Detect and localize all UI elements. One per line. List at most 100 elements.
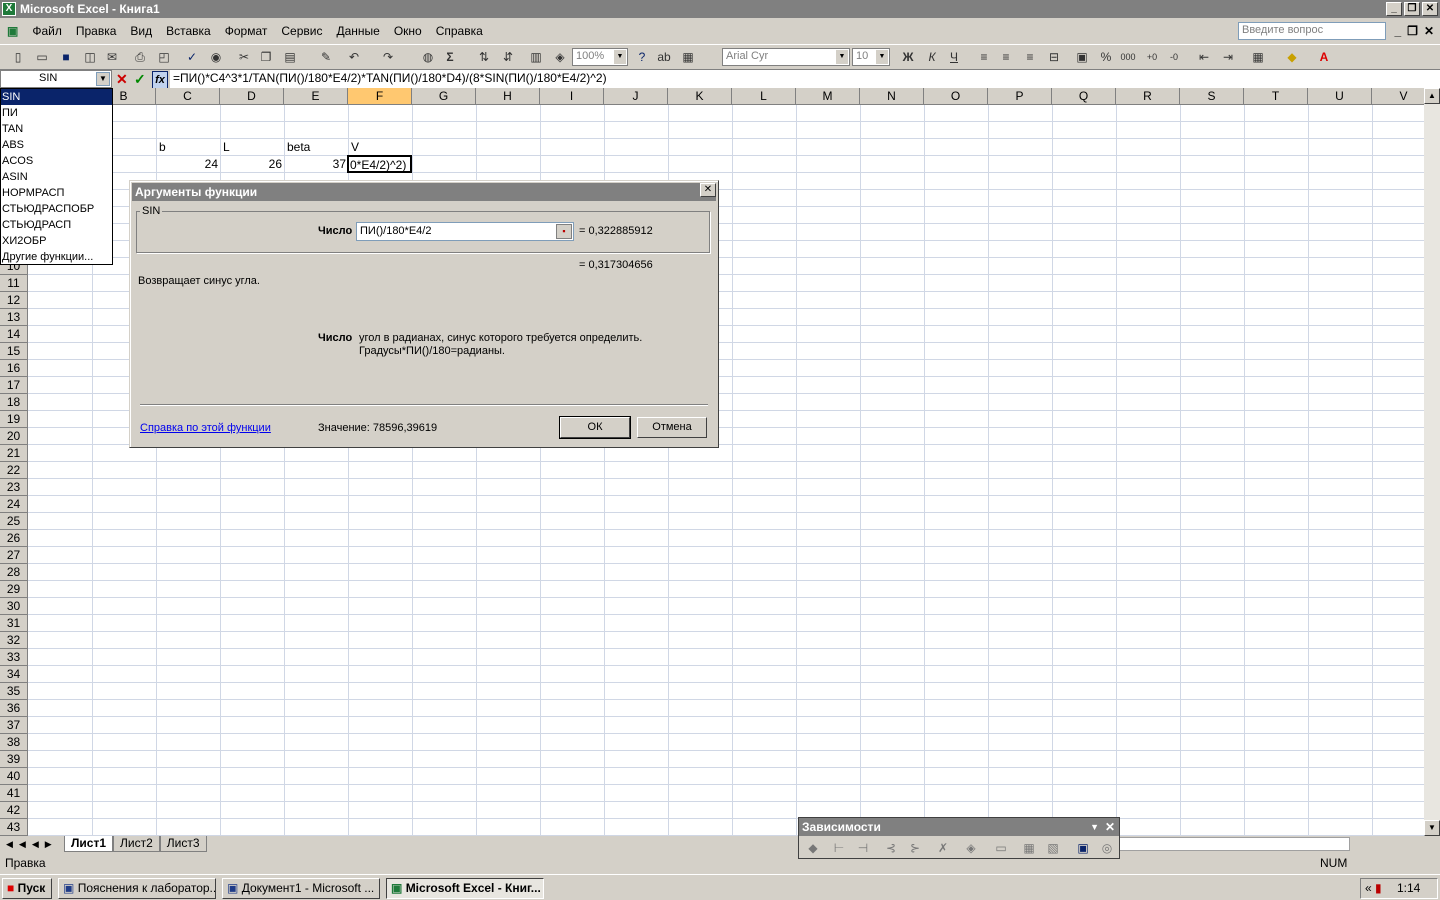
function-item[interactable]: ABS <box>1 137 112 153</box>
remove-arrows-icon[interactable]: ✗ <box>935 840 951 856</box>
row-header[interactable]: 19 <box>0 411 28 428</box>
font-size-select[interactable]: 10 ▼ <box>852 48 890 66</box>
row-header[interactable]: 40 <box>0 768 28 785</box>
formula-input[interactable]: =ПИ()*C4^3*1/TAN(ПИ()/180*E4/2)*TAN(ПИ()… <box>170 70 1440 88</box>
research-icon[interactable]: ◉ <box>208 49 224 65</box>
function-item[interactable]: СТЬЮДРАСПОБР <box>1 201 112 217</box>
column-header[interactable]: O <box>924 88 988 105</box>
function-item[interactable]: СТЬЮДРАСП <box>1 217 112 233</box>
toolbar-options-icon[interactable]: ▼ <box>1090 818 1099 836</box>
bold-button[interactable]: Ж <box>900 49 916 65</box>
column-header[interactable]: D <box>220 88 284 105</box>
column-header[interactable]: M <box>796 88 860 105</box>
undo-icon[interactable]: ↶ <box>346 49 362 65</box>
name-box[interactable]: SIN ▼ <box>0 70 112 88</box>
paste-icon[interactable]: ▤ <box>282 49 298 65</box>
chevron-down-icon[interactable]: ▼ <box>96 72 110 86</box>
italic-button[interactable]: К <box>924 49 940 65</box>
align-left-icon[interactable]: ≡ <box>976 49 992 65</box>
row-header[interactable]: 18 <box>0 394 28 411</box>
cut-icon[interactable]: ✂ <box>236 49 252 65</box>
row-header[interactable]: 28 <box>0 564 28 581</box>
start-button[interactable]: ■ Пуск <box>2 878 52 899</box>
toolbar-close-icon[interactable]: ✕ <box>1105 818 1115 836</box>
column-header[interactable]: K <box>668 88 732 105</box>
increase-indent-icon[interactable]: ⇥ <box>1220 49 1236 65</box>
column-header[interactable]: G <box>412 88 476 105</box>
abc-icon[interactable]: ab <box>656 49 672 65</box>
minimize-button[interactable]: _ <box>1386 2 1402 16</box>
row-header[interactable]: 39 <box>0 751 28 768</box>
thousands-icon[interactable]: 000 <box>1120 49 1136 65</box>
scroll-up-icon[interactable]: ▲ <box>1424 88 1440 104</box>
redo-icon[interactable]: ↷ <box>380 49 396 65</box>
error-check-icon[interactable]: ◆ <box>805 840 821 856</box>
fill-color-icon[interactable]: ◆ <box>1284 49 1300 65</box>
zoom-select[interactable]: 100% ▼ <box>572 48 628 66</box>
align-right-icon[interactable]: ≡ <box>1022 49 1038 65</box>
sort-desc-icon[interactable]: ⇵ <box>500 49 516 65</box>
row-header[interactable]: 11 <box>0 275 28 292</box>
column-header[interactable]: F <box>348 88 412 105</box>
sheet-tab-2[interactable]: Лист2 <box>113 836 160 852</box>
row-header[interactable]: 42 <box>0 802 28 819</box>
help-icon[interactable]: ? <box>634 49 650 65</box>
email-icon[interactable]: ✉ <box>104 49 120 65</box>
cell-d3[interactable]: L <box>223 139 230 155</box>
cell-f3[interactable]: V <box>351 139 359 155</box>
row-header[interactable]: 27 <box>0 547 28 564</box>
row-header[interactable]: 35 <box>0 683 28 700</box>
menu-view[interactable]: Вид <box>123 24 159 38</box>
function-dropdown[interactable]: SIN ПИ TAN ABS ACOS ASIN НОРМРАСП СТЬЮДР… <box>0 88 113 265</box>
trace-precedents-icon[interactable]: ⊢ <box>831 840 847 856</box>
column-header[interactable]: S <box>1180 88 1244 105</box>
menu-edit[interactable]: Правка <box>69 24 124 38</box>
decrease-decimal-icon[interactable]: -0 <box>1166 49 1182 65</box>
row-header[interactable]: 21 <box>0 445 28 462</box>
menu-window[interactable]: Окно <box>387 24 429 38</box>
menu-help[interactable]: Справка <box>429 24 490 38</box>
column-header[interactable]: L <box>732 88 796 105</box>
row-header[interactable]: 29 <box>0 581 28 598</box>
column-header[interactable]: P <box>988 88 1052 105</box>
remove-precedents-icon[interactable]: ⊣ <box>855 840 871 856</box>
font-color-icon[interactable]: A <box>1316 49 1332 65</box>
increase-decimal-icon[interactable]: +0 <box>1144 49 1160 65</box>
clear-circles-icon[interactable]: ▧ <box>1045 840 1061 856</box>
column-header[interactable]: U <box>1308 88 1372 105</box>
taskbar-item[interactable]: ▣ Пояснения к лаборатор... <box>58 878 216 899</box>
question-input[interactable]: Введите вопрос <box>1238 22 1386 40</box>
row-header[interactable]: 36 <box>0 700 28 717</box>
column-header[interactable]: V <box>1372 88 1424 105</box>
function-item[interactable]: НОРМРАСП <box>1 185 112 201</box>
function-help-link[interactable]: Справка по этой функции <box>140 422 271 434</box>
row-header[interactable]: 30 <box>0 598 28 615</box>
cell-e4[interactable]: 37 <box>284 156 346 172</box>
spelling-icon[interactable]: ✓ <box>184 49 200 65</box>
horizontal-scrollbar[interactable] <box>1118 837 1350 851</box>
taskbar-item-active[interactable]: ▣ Microsoft Excel - Книг... <box>386 878 544 899</box>
row-header[interactable]: 15 <box>0 343 28 360</box>
close-button[interactable]: ✕ <box>1422 2 1438 16</box>
drawing-icon[interactable]: ◈ <box>552 49 568 65</box>
more-functions-item[interactable]: Другие функции... <box>1 249 112 265</box>
print-icon[interactable]: ⎙ <box>132 49 148 65</box>
restore-button[interactable]: ❐ <box>1404 2 1420 16</box>
currency-icon[interactable]: ▣ <box>1074 49 1090 65</box>
insert-function-icon[interactable]: fx <box>152 71 168 89</box>
column-header[interactable]: R <box>1116 88 1180 105</box>
row-header[interactable]: 32 <box>0 632 28 649</box>
taskbar-item[interactable]: ▣ Документ1 - Microsoft ... <box>222 878 380 899</box>
borders-icon[interactable]: ▦ <box>1250 49 1266 65</box>
function-item[interactable]: ASIN <box>1 169 112 185</box>
decrease-indent-icon[interactable]: ⇤ <box>1196 49 1212 65</box>
permission-icon[interactable]: ◫ <box>82 49 98 65</box>
cell-c3[interactable]: b <box>159 139 166 155</box>
print-preview-icon[interactable]: ◰ <box>156 49 172 65</box>
evaluate-formula-icon[interactable]: ◎ <box>1099 840 1115 856</box>
arg-number-input[interactable]: ПИ()/180*E4/2 <box>356 222 574 241</box>
row-header[interactable]: 22 <box>0 462 28 479</box>
document-icon[interactable]: ▣ <box>0 24 25 38</box>
circle-invalid-icon[interactable]: ▦ <box>1021 840 1037 856</box>
open-icon[interactable]: ▭ <box>34 49 50 65</box>
